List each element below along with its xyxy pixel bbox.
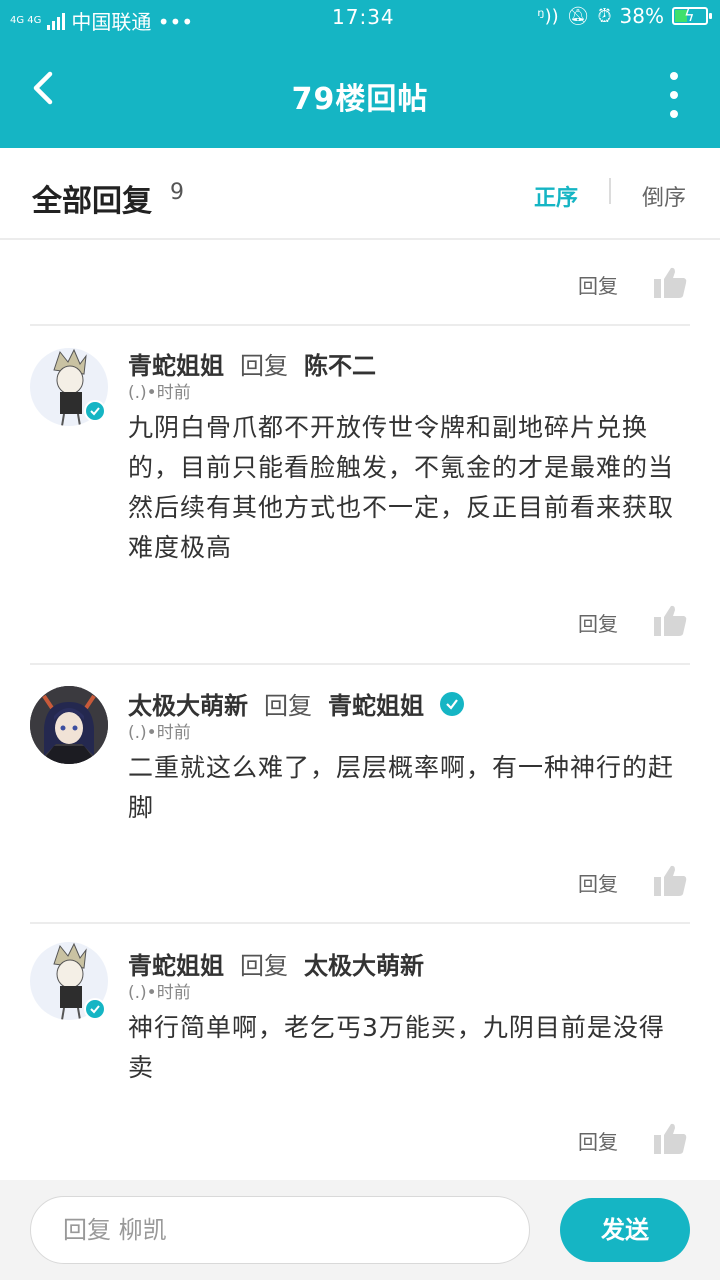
comment-actions: 回复 — [0, 604, 720, 644]
author-name[interactable]: 青蛇姐姐 — [128, 346, 224, 381]
status-bar: 4G 4G 中国联通 ••• 17:34 ᵑ)) 🔕︎ ⏰︎ 38% ϟ — [0, 0, 720, 36]
reply-target-name[interactable]: 青蛇姐姐 — [328, 686, 424, 721]
reply-button[interactable]: 回复 — [578, 1126, 618, 1155]
comment-header: 青蛇姐姐 回复 太极大萌新 — [128, 946, 424, 981]
divider — [30, 922, 690, 924]
dot-icon — [670, 110, 678, 118]
author-name[interactable]: 青蛇姐姐 — [128, 946, 224, 981]
signal-icon — [47, 12, 66, 30]
comment-time: (.)•时前 — [128, 723, 191, 743]
avatar[interactable] — [30, 686, 108, 764]
more-menu-button[interactable] — [664, 72, 684, 118]
thumbs-up-icon[interactable] — [652, 604, 688, 638]
thumbs-up-icon[interactable] — [652, 266, 688, 300]
verified-badge-icon — [440, 691, 464, 716]
comment-time: (.)•时前 — [128, 983, 191, 1003]
reply-button[interactable]: 回复 — [578, 270, 618, 299]
status-left: 4G 4G 中国联通 ••• — [10, 6, 193, 35]
app-bar: 79楼回帖 — [0, 36, 720, 148]
comment-text: 神行简单啊，老乞丐3万能买，九阴目前是没得卖 — [128, 1013, 665, 1082]
comment-time: (.)•时前 — [128, 383, 191, 403]
reply-count: 9 — [170, 180, 184, 205]
comment-actions: 回复 — [0, 1122, 720, 1162]
reply-composer: 回复 柳凯 发送 — [0, 1180, 720, 1280]
nfc-icon: ᵑ)) — [537, 5, 559, 27]
sort-ascending-button[interactable]: 正序 — [534, 180, 578, 212]
sort-divider — [609, 178, 611, 204]
reply-input[interactable]: 回复 柳凯 — [30, 1196, 530, 1264]
comment-text: 二重就这么难了，层层概率啊，有一种神行的赶脚 — [128, 753, 675, 822]
status-time: 17:34 — [332, 5, 395, 29]
divider — [30, 663, 690, 665]
reply-target-name[interactable]: 陈不二 — [304, 346, 376, 381]
sort-descending-button[interactable]: 倒序 — [642, 180, 686, 212]
mute-bell-icon: 🔕︎ — [566, 5, 590, 27]
page-title: 79楼回帖 — [291, 82, 429, 117]
thumbs-up-icon[interactable] — [652, 864, 688, 898]
dot-icon — [670, 72, 678, 80]
thumbs-up-icon[interactable] — [652, 1122, 688, 1156]
carrier-name: 中国联通 ••• — [71, 10, 194, 34]
reply-button[interactable]: 回复 — [578, 608, 618, 637]
charging-icon: ϟ — [684, 6, 695, 25]
comment-header: 太极大萌新 回复 青蛇姐姐 — [128, 686, 464, 721]
send-button[interactable]: 发送 — [560, 1198, 690, 1262]
divider — [30, 324, 690, 326]
battery-percent: 38% — [619, 4, 664, 28]
status-right: ᵑ)) 🔕︎ ⏰︎ 38% ϟ — [537, 4, 712, 28]
comment-text: 九阴白骨爪都不开放传世令牌和副地碎片兑换的，目前只能看脸触发，不氪金的才是最难的… — [128, 413, 675, 562]
verified-badge-icon — [84, 400, 106, 422]
reply-word: 回复 — [264, 692, 312, 720]
author-name[interactable]: 太极大萌新 — [128, 686, 248, 721]
reply-word: 回复 — [240, 952, 288, 980]
comment-header: 青蛇姐姐 回复 陈不二 — [128, 346, 376, 381]
avatar-image — [30, 686, 108, 764]
comment-actions: 回复 — [0, 864, 720, 904]
reply-button[interactable]: 回复 — [578, 868, 618, 897]
all-replies-title: 全部回复 — [32, 184, 152, 219]
alarm-icon: ⏰︎ — [597, 5, 612, 27]
network-type: 4G 4G — [10, 14, 42, 26]
post-actions: 回复 — [0, 266, 720, 306]
battery-icon: ϟ — [672, 6, 712, 25]
verified-badge-icon — [84, 998, 106, 1020]
dot-icon — [670, 91, 678, 99]
reply-word: 回复 — [240, 352, 288, 380]
reply-target-name[interactable]: 太极大萌新 — [304, 946, 424, 981]
replies-header: 全部回复 9 正序 倒序 — [0, 148, 720, 240]
